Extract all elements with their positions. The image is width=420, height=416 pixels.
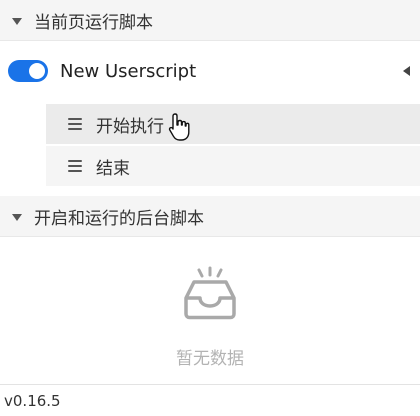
section-title-background: 开启和运行的后台脚本 <box>34 208 204 229</box>
script-name: New Userscript <box>60 60 197 82</box>
toggle-knob <box>29 63 45 79</box>
section-header-current-page[interactable]: 当前页运行脚本 <box>0 0 420 40</box>
divider <box>0 40 420 41</box>
menu-item-start[interactable]: 开始执行 <box>46 104 420 144</box>
section-title-current-page: 当前页运行脚本 <box>34 12 153 33</box>
empty-state: 暂无数据 <box>0 244 420 384</box>
script-enable-toggle[interactable] <box>8 60 48 82</box>
footer: v0.16.5 <box>0 384 420 416</box>
menu-item-label: 结束 <box>96 158 130 179</box>
popup-panel: 当前页运行脚本 New Userscript 开始执行 结束 开启和运行的后台脚… <box>0 0 420 416</box>
section-header-background[interactable]: 开启和运行的后台脚本 <box>0 196 420 236</box>
menu-item-label: 开始执行 <box>96 116 164 137</box>
hand-cursor-icon <box>168 113 190 141</box>
divider <box>0 236 420 237</box>
empty-state-text: 暂无数据 <box>176 349 244 369</box>
menu-item-stop[interactable]: 结束 <box>46 146 420 186</box>
caret-down-icon <box>12 17 22 25</box>
empty-inbox-icon <box>184 266 236 320</box>
caret-left-icon[interactable] <box>403 66 410 76</box>
hamburger-icon <box>68 160 82 172</box>
caret-down-icon <box>12 213 22 221</box>
version-label: v0.16.5 <box>4 391 61 410</box>
hamburger-icon <box>68 118 82 130</box>
script-row-new-userscript[interactable]: New Userscript <box>0 50 420 92</box>
